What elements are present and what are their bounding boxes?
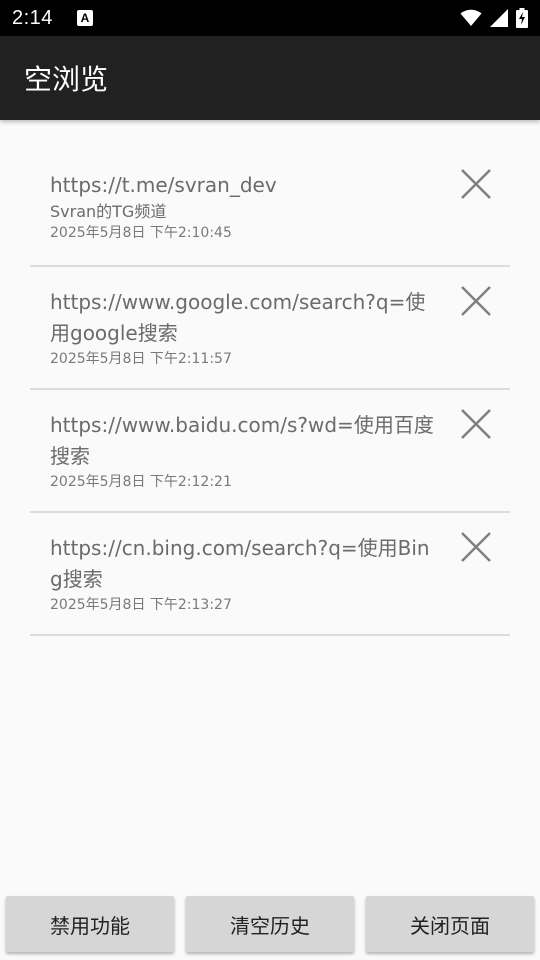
history-list: https://t.me/svran_dev Svran的TG频道 2025年5… <box>30 144 510 636</box>
history-time: 2025年5月8日 下午2:11:57 <box>50 351 232 367</box>
history-time: 2025年5月8日 下午2:12:21 <box>50 474 232 490</box>
app-title: 空浏览 <box>24 63 109 96</box>
close-icon <box>461 409 491 439</box>
history-title: Svran的TG频道 <box>50 202 167 221</box>
delete-history-button[interactable] <box>460 285 492 317</box>
history-url: https://t.me/svran_dev <box>50 173 277 197</box>
history-url: https://cn.bing.com/search?q=使用Bing搜索 <box>50 536 430 591</box>
delete-history-button[interactable] <box>460 531 492 563</box>
history-url: https://www.google.com/search?q=使用google… <box>50 290 426 345</box>
status-time: 2:14 <box>12 6 53 29</box>
bottom-action-bar: 禁用功能 清空历史 关闭页面 <box>0 896 540 952</box>
history-url: https://www.baidu.com/s?wd=使用百度搜索 <box>50 413 434 468</box>
status-bar: 2:14 A <box>0 0 540 36</box>
status-icons <box>460 8 528 28</box>
close-icon <box>461 532 491 562</box>
disable-features-button[interactable]: 禁用功能 <box>6 896 174 952</box>
screen: 2:14 A 空浏览 https://t.me/svran_dev Svran的… <box>0 0 540 960</box>
clear-history-button[interactable]: 清空历史 <box>186 896 354 952</box>
history-item[interactable]: https://cn.bing.com/search?q=使用Bing搜索 20… <box>30 513 510 636</box>
battery-charging-icon <box>516 8 528 28</box>
history-time: 2025年5月8日 下午2:10:45 <box>50 225 232 241</box>
cell-signal-icon <box>490 9 508 27</box>
app-bar: 空浏览 <box>0 36 540 120</box>
delete-history-button[interactable] <box>460 168 492 200</box>
close-page-button[interactable]: 关闭页面 <box>366 896 534 952</box>
close-icon <box>461 286 491 316</box>
history-item[interactable]: https://t.me/svran_dev Svran的TG频道 2025年5… <box>30 144 510 267</box>
notification-a-icon: A <box>76 10 93 26</box>
history-time: 2025年5月8日 下午2:13:27 <box>50 597 232 613</box>
history-item[interactable]: https://www.baidu.com/s?wd=使用百度搜索 2025年5… <box>30 390 510 513</box>
delete-history-button[interactable] <box>460 408 492 440</box>
close-icon <box>461 169 491 199</box>
history-item[interactable]: https://www.google.com/search?q=使用google… <box>30 267 510 390</box>
wifi-icon <box>460 9 482 26</box>
